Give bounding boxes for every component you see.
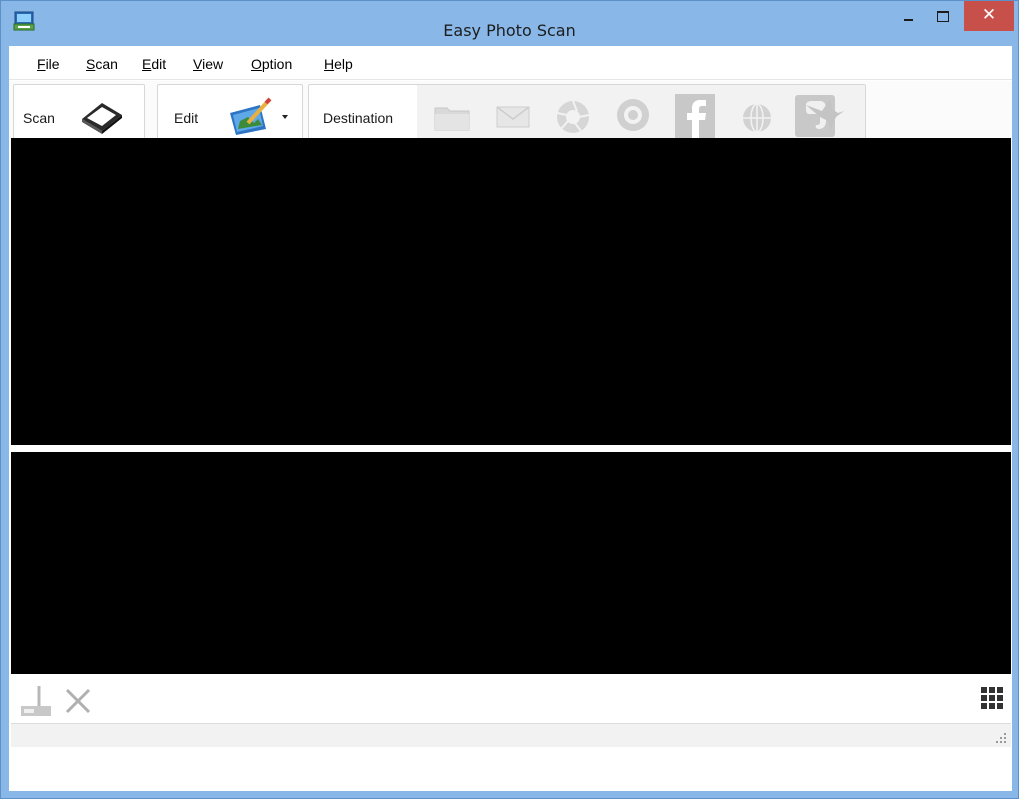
web-icon[interactable] (741, 102, 773, 134)
edit-button[interactable] (228, 95, 274, 135)
edit-label: Edit (174, 110, 199, 126)
preview-pane-bottom[interactable] (11, 452, 1011, 674)
gimp-like-icon[interactable] (615, 97, 651, 133)
close-icon: ✕ (981, 5, 997, 25)
menu-view[interactable]: View (193, 56, 223, 72)
app-window: Easy Photo Scan ✕ File Scan Edit View Op… (0, 0, 1019, 799)
scanner-settings-icon[interactable] (19, 684, 53, 718)
menu-bar: File Scan Edit View Option Help (9, 46, 1012, 80)
scan-label: Scan (23, 110, 55, 126)
status-bar (11, 723, 1011, 747)
resize-grip-icon[interactable] (995, 732, 1007, 744)
photo-share-icon[interactable] (555, 99, 591, 135)
window-title: Easy Photo Scan (443, 21, 576, 40)
facebook-icon[interactable] (675, 94, 715, 138)
minimize-button[interactable] (894, 2, 924, 32)
destination-group: Destination (308, 84, 866, 146)
grid-view-icon[interactable] (980, 686, 1004, 710)
menu-option[interactable]: Option (251, 56, 292, 72)
edit-dropdown-arrow-icon[interactable] (280, 113, 290, 121)
email-icon[interactable] (495, 103, 531, 131)
maximize-button[interactable] (928, 2, 958, 32)
menu-edit[interactable]: Edit (142, 56, 166, 72)
edit-group: Edit (157, 84, 303, 146)
preview-pane-top[interactable] (11, 138, 1011, 445)
destination-label: Destination (323, 110, 394, 126)
hummingbird-icon[interactable] (804, 95, 846, 135)
menu-file[interactable]: File (37, 56, 60, 72)
close-button[interactable]: ✕ (964, 1, 1014, 31)
scan-button[interactable] (78, 97, 126, 135)
menu-scan[interactable]: Scan (86, 56, 118, 72)
menu-help[interactable]: Help (324, 56, 353, 72)
delete-icon[interactable] (63, 686, 93, 716)
title-bar[interactable]: Easy Photo Scan ✕ (1, 1, 1018, 45)
folder-icon[interactable] (433, 102, 471, 132)
scan-group: Scan (13, 84, 145, 146)
pane-splitter[interactable] (11, 445, 1011, 449)
